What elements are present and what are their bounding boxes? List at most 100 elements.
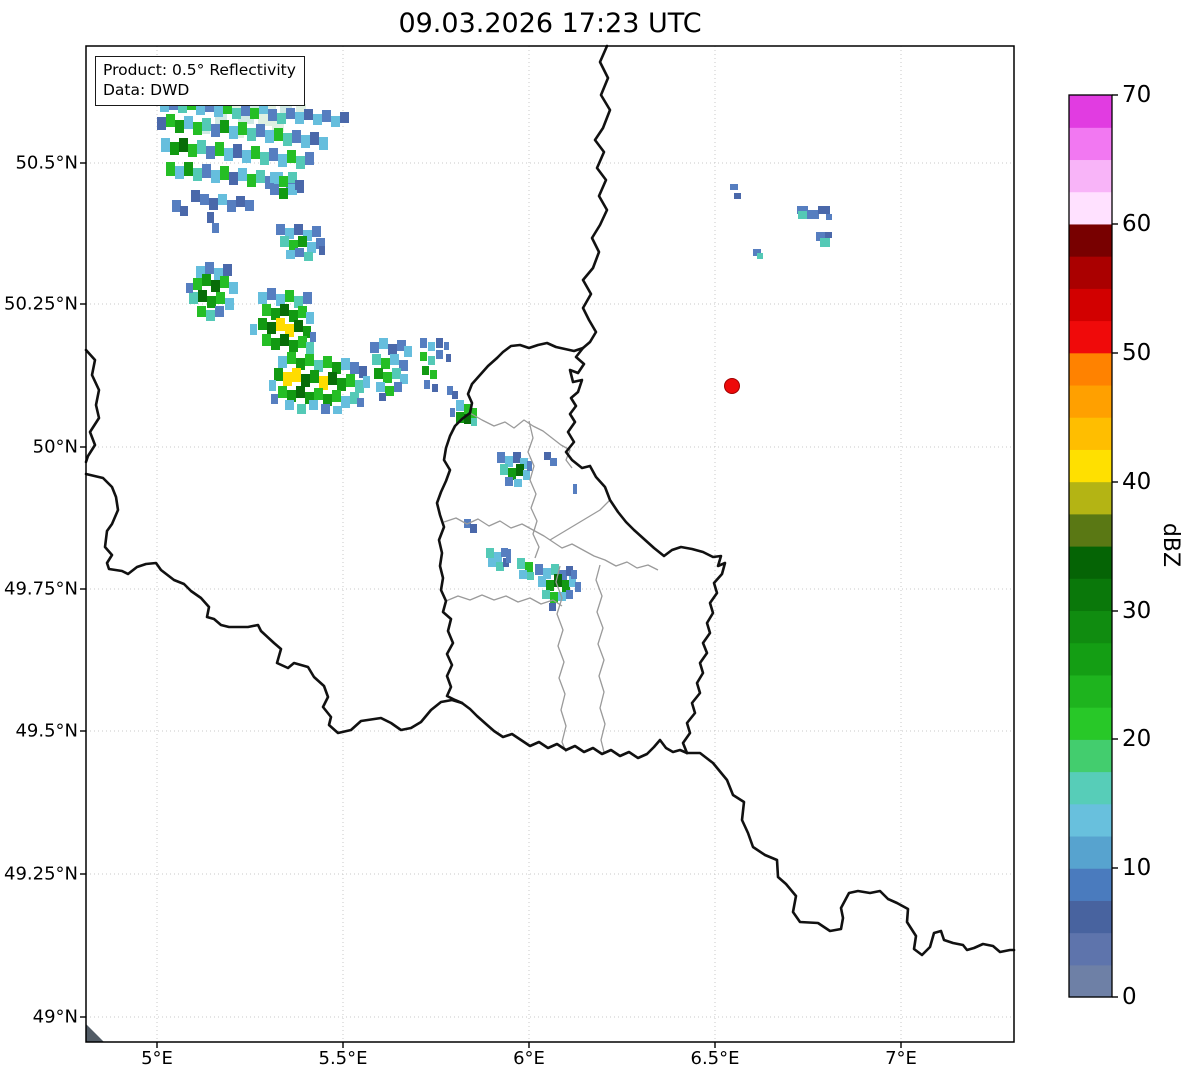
radar-echo-cell <box>189 292 198 304</box>
radar-echo-cell <box>184 162 193 176</box>
radar-echo-cell <box>328 372 337 385</box>
radar-echo-cell <box>224 148 233 161</box>
radar-echo-cell <box>262 334 271 346</box>
radar-echo-cell <box>274 128 283 141</box>
radar-echo-cell <box>279 176 288 187</box>
radar-echo-cell <box>297 404 306 414</box>
product-info-line1: Product: 0.5° Reflectivity <box>103 61 296 79</box>
radar-echo-cell <box>280 334 289 346</box>
colorbar-tick-label: 0 <box>1122 984 1137 1010</box>
colorbar-tick-label: 40 <box>1122 469 1152 495</box>
radar-echo-cell <box>298 336 307 348</box>
radar-echo-cell <box>250 324 257 335</box>
radar-echo-cell <box>283 372 292 386</box>
radar-echo-cell <box>191 190 200 202</box>
radar-echo-cell <box>519 570 527 579</box>
radar-echo-cell <box>332 390 341 402</box>
radar-echo-cell <box>322 110 331 122</box>
y-tick-label: 49.75°N <box>4 578 78 600</box>
radar-echo-cell <box>258 318 267 330</box>
colorbar-band <box>1069 835 1112 869</box>
y-tick-label: 50°N <box>32 436 78 458</box>
radar-echo-cell <box>471 418 477 426</box>
colorbar-band <box>1069 191 1112 225</box>
colorbar-band <box>1069 868 1112 901</box>
radar-echo-cell <box>268 109 277 121</box>
radar-echo-cell <box>820 238 830 247</box>
radar-echo-cell <box>247 174 256 187</box>
radar-echo-cell <box>215 306 224 317</box>
radar-echo-cell <box>376 382 385 392</box>
radar-echo-cell <box>381 358 390 369</box>
x-tick-label: 6°E <box>513 1048 545 1069</box>
radar-echo-cell <box>202 118 211 131</box>
radar-echo-cell <box>350 362 359 374</box>
radar-echo-cell <box>267 322 276 334</box>
radar-echo-cell <box>430 370 437 379</box>
radar-echo-cell <box>734 193 741 199</box>
radar-echo-cell <box>383 372 392 383</box>
colorbar-tick-label: 70 <box>1122 82 1152 108</box>
radar-echo-cell <box>278 356 287 368</box>
radar-echo-cell <box>420 352 427 361</box>
radar-echo-cell <box>247 128 256 141</box>
radar-echo-cell <box>546 580 554 591</box>
radar-echo-cell <box>333 406 342 414</box>
radar-echo-cell <box>207 212 214 223</box>
radar-echo-cell <box>523 470 530 480</box>
radar-echo-cell <box>216 292 225 304</box>
radar-echo-cell <box>212 223 219 233</box>
national-border-path <box>581 44 612 350</box>
radar-echo-cell <box>486 548 494 558</box>
radar-echo-cell <box>278 154 287 167</box>
radar-echo-cell <box>372 354 381 365</box>
station-marker <box>724 378 740 394</box>
radar-echo-cell <box>527 461 532 471</box>
colorbar-band <box>1069 352 1112 386</box>
district-border-path <box>549 499 611 541</box>
radar-echo-cell <box>340 112 349 123</box>
radar-echo-cell <box>309 400 318 410</box>
radar-echo-cell <box>516 464 524 476</box>
radar-echo-cell <box>198 290 207 302</box>
radar-echo-cell <box>157 117 166 130</box>
radar-echo-cell <box>379 338 388 349</box>
radar-echo-cell <box>321 404 330 414</box>
radar-echo-cell <box>500 464 508 475</box>
radar-figure: 09.03.2026 17:23 UTC Product: 0.5° Refle… <box>0 0 1202 1081</box>
colorbar-band <box>1069 578 1112 612</box>
figure-title: 09.03.2026 17:23 UTC <box>398 8 702 39</box>
radar-echo-cell <box>220 120 229 133</box>
radar-echo-cell <box>292 368 301 382</box>
colorbar-axis-title: dBZ <box>1158 522 1183 568</box>
radar-echo-cell <box>798 211 807 219</box>
colorbar-band <box>1069 384 1112 418</box>
radar-echo-cell <box>370 342 379 353</box>
radar-echo-cell <box>271 338 280 350</box>
radar-echo-cell <box>211 280 220 292</box>
y-tick-label: 50.5°N <box>15 152 78 174</box>
product-info-box: Product: 0.5° Reflectivity Data: DWD <box>95 56 305 106</box>
radar-echo-cell <box>298 236 307 247</box>
colorbar-tick-label: 10 <box>1122 855 1152 881</box>
radar-echo-cell <box>296 156 305 169</box>
colorbar-band <box>1069 449 1112 483</box>
radar-echo-cell <box>277 113 286 124</box>
radar-echo-cell <box>450 408 455 417</box>
radar-echo-cell <box>544 452 551 460</box>
radar-echo-cell <box>825 232 832 238</box>
radar-echo-cell <box>514 479 522 487</box>
radar-echo-cell <box>357 398 364 407</box>
radar-echo-cell <box>301 374 310 387</box>
colorbar-band <box>1069 127 1112 161</box>
colorbar-band <box>1069 803 1112 837</box>
national-border-path <box>685 751 1016 957</box>
radar-echo-cell <box>276 318 285 331</box>
radar-echo-cell <box>211 124 220 137</box>
radar-echo-cell <box>270 184 279 195</box>
x-tick-label: 5°E <box>141 1048 173 1069</box>
radar-echo-cell <box>390 354 399 365</box>
colorbar-band <box>1069 739 1112 773</box>
radar-echo-cell <box>428 342 435 351</box>
radar-echo-cell <box>229 126 238 139</box>
